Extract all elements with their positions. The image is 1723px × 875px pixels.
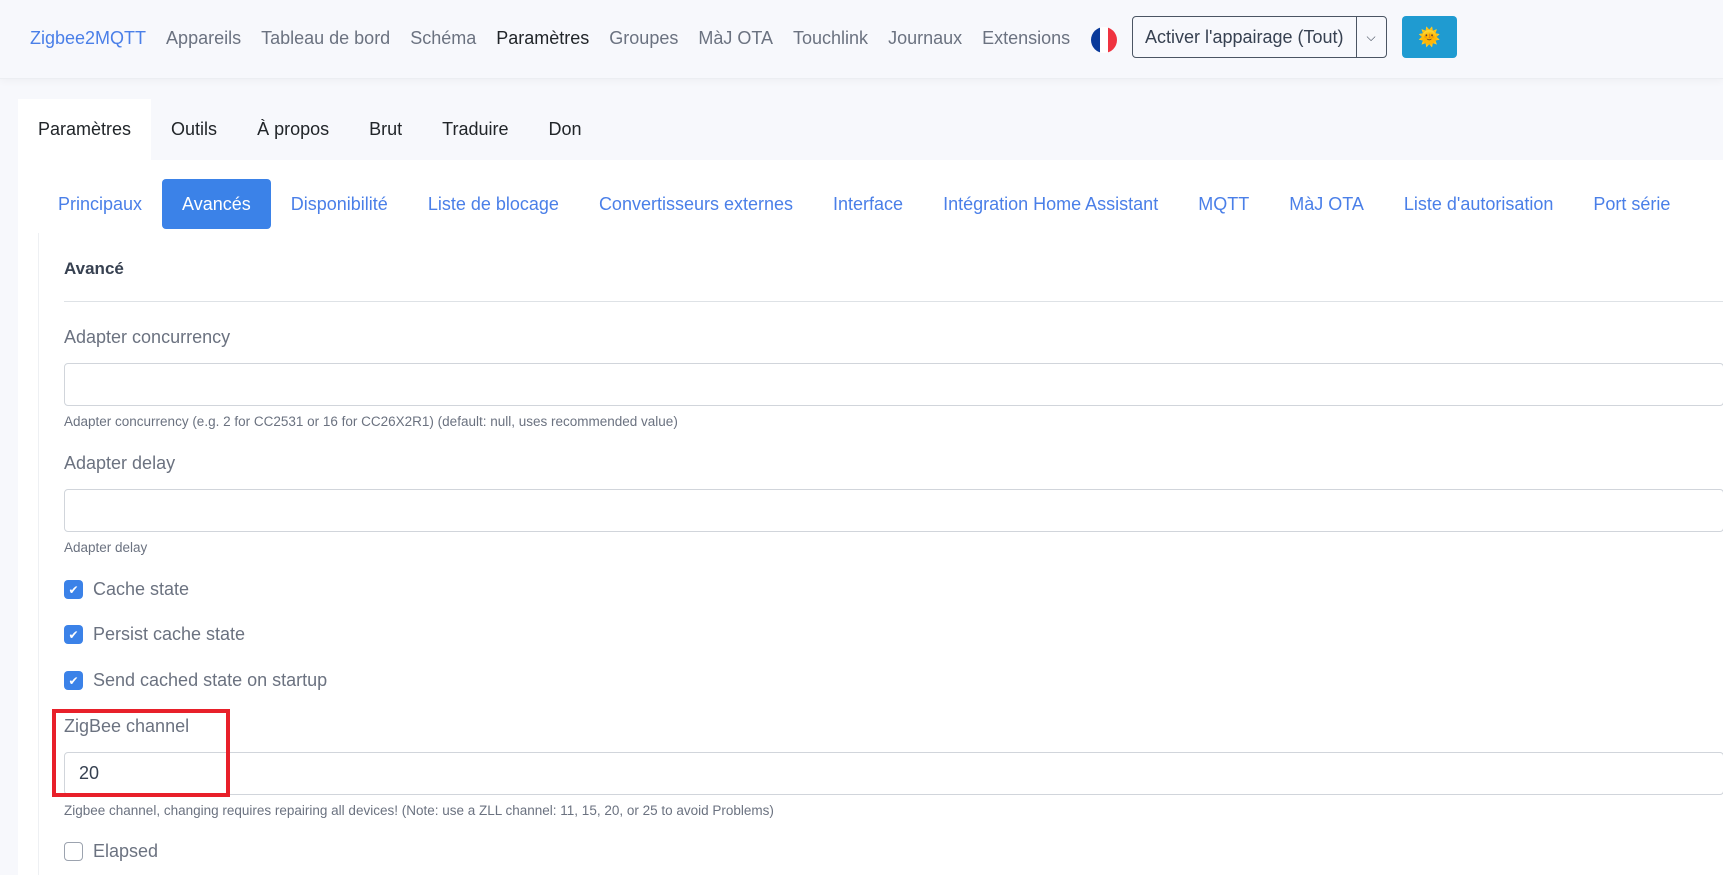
checkmark-icon[interactable]: ✔ bbox=[64, 671, 83, 690]
brand-link[interactable]: Zigbee2MQTT bbox=[30, 26, 146, 50]
french-flag-icon[interactable] bbox=[1091, 27, 1117, 53]
adapter-concurrency-help: Adapter concurrency (e.g. 2 for CC2531 o… bbox=[64, 414, 678, 429]
nav-parametres[interactable]: Paramètres bbox=[496, 26, 589, 50]
nav-maj-ota[interactable]: MàJ OTA bbox=[698, 26, 773, 50]
settings-card: Paramètres Outils À propos Brut Traduire… bbox=[18, 99, 1723, 875]
checkbox-label: Elapsed bbox=[93, 841, 159, 861]
elapsed-checkbox[interactable]: Elapsed bbox=[64, 841, 158, 862]
advanced-form: Avancé Adapter concurrency Adapter concu… bbox=[38, 233, 1723, 875]
subtab-interface[interactable]: Interface bbox=[813, 179, 923, 229]
checkbox-empty-icon[interactable] bbox=[64, 842, 83, 861]
subtab-convertisseurs-externes[interactable]: Convertisseurs externes bbox=[579, 179, 813, 229]
checkmark-icon[interactable]: ✔ bbox=[64, 625, 83, 644]
cache-state-checkbox[interactable]: ✔ Cache state bbox=[64, 579, 189, 600]
adapter-concurrency-input[interactable] bbox=[64, 363, 1723, 406]
checkbox-label: Persist cache state bbox=[93, 624, 246, 644]
pairing-button-group[interactable]: Activer l'appairage (Tout) ⌵ bbox=[1132, 16, 1387, 58]
checkbox-label: Send cached state on startup bbox=[93, 670, 328, 690]
tab-traduire[interactable]: Traduire bbox=[422, 99, 528, 160]
tab-a-propos[interactable]: À propos bbox=[237, 99, 349, 160]
nav-journaux[interactable]: Journaux bbox=[888, 26, 962, 50]
tab-outils[interactable]: Outils bbox=[151, 99, 237, 160]
chevron-down-icon[interactable]: ⌵ bbox=[1355, 17, 1386, 57]
nav-touchlink[interactable]: Touchlink bbox=[793, 26, 868, 50]
adapter-delay-label: Adapter delay bbox=[64, 453, 176, 473]
nav-groupes[interactable]: Groupes bbox=[609, 26, 678, 50]
adapter-concurrency-label: Adapter concurrency bbox=[64, 327, 231, 347]
adapter-delay-input[interactable] bbox=[64, 489, 1723, 532]
checkbox-label: Cache state bbox=[93, 579, 190, 599]
tab-don[interactable]: Don bbox=[528, 99, 601, 160]
theme-toggle-button[interactable]: 🌞 bbox=[1402, 16, 1457, 58]
highlight-box bbox=[52, 709, 230, 797]
send-cached-state-checkbox[interactable]: ✔ Send cached state on startup bbox=[64, 670, 327, 691]
nav-schema[interactable]: Schéma bbox=[410, 26, 476, 50]
sun-icon: 🌞 bbox=[1418, 26, 1441, 47]
subtab-principaux[interactable]: Principaux bbox=[38, 179, 162, 229]
subtab-port-serie[interactable]: Port série bbox=[1573, 179, 1690, 229]
tab-brut[interactable]: Brut bbox=[349, 99, 422, 160]
zigbee-channel-input[interactable]: 20 bbox=[64, 752, 1723, 795]
nav-tableau-de-bord[interactable]: Tableau de bord bbox=[261, 26, 390, 50]
persist-cache-state-checkbox[interactable]: ✔ Persist cache state bbox=[64, 624, 245, 645]
section-title: Avancé bbox=[64, 259, 124, 278]
checkmark-icon[interactable]: ✔ bbox=[64, 580, 83, 599]
subtab-liste-autorisation[interactable]: Liste d'autorisation bbox=[1384, 179, 1574, 229]
subtab-liste-de-blocage[interactable]: Liste de blocage bbox=[408, 179, 579, 229]
subtab-maj-ota[interactable]: MàJ OTA bbox=[1269, 179, 1384, 229]
navbar: Zigbee2MQTT Appareils Tableau de bord Sc… bbox=[0, 0, 1723, 79]
permit-join-button[interactable]: Activer l'appairage (Tout) bbox=[1133, 17, 1356, 57]
subtab-home-assistant[interactable]: Intégration Home Assistant bbox=[923, 179, 1178, 229]
adapter-delay-help: Adapter delay bbox=[64, 540, 148, 555]
nav-extensions[interactable]: Extensions bbox=[982, 26, 1070, 50]
subtab-avances[interactable]: Avancés bbox=[162, 179, 271, 229]
zigbee-channel-help: Zigbee channel, changing requires repair… bbox=[64, 803, 774, 818]
subtab-mqtt[interactable]: MQTT bbox=[1178, 179, 1269, 229]
tab-parametres[interactable]: Paramètres bbox=[18, 99, 152, 160]
subtab-disponibilite[interactable]: Disponibilité bbox=[271, 179, 408, 229]
nav-appareils[interactable]: Appareils bbox=[166, 26, 241, 50]
divider bbox=[64, 301, 1723, 302]
